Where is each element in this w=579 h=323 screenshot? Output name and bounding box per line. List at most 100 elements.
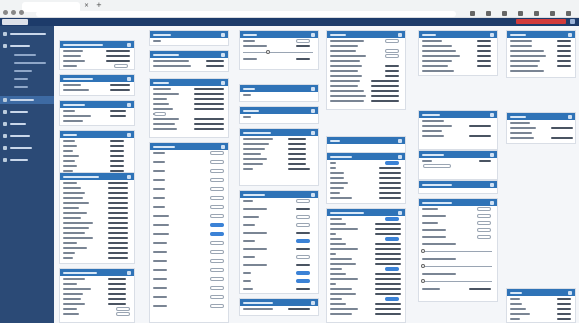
slider-handle[interactable] xyxy=(421,264,425,268)
toggle[interactable] xyxy=(116,312,130,316)
toggle[interactable] xyxy=(296,255,310,259)
sidebar-item-7[interactable] xyxy=(0,144,54,152)
widget-menu-icon[interactable] xyxy=(127,132,131,137)
widget-menu-icon[interactable] xyxy=(221,80,225,85)
widget-menu-icon[interactable] xyxy=(311,86,315,91)
toggle[interactable] xyxy=(296,215,310,219)
toggle[interactable] xyxy=(210,286,224,290)
widget-menu-icon[interactable] xyxy=(311,300,315,305)
sidebar-subitem-3[interactable] xyxy=(0,67,54,75)
forward-icon[interactable] xyxy=(11,10,16,15)
toggle[interactable] xyxy=(210,232,224,236)
widget-menu-icon[interactable] xyxy=(490,182,494,187)
sidebar-item-2[interactable] xyxy=(0,42,54,50)
toggle[interactable] xyxy=(210,214,224,218)
toggle[interactable] xyxy=(385,161,399,165)
menu-icon[interactable] xyxy=(566,11,571,16)
slider-handle[interactable] xyxy=(421,279,425,283)
app-logo[interactable] xyxy=(2,19,28,25)
widget-menu-icon[interactable] xyxy=(221,32,225,37)
widget-menu-icon[interactable] xyxy=(490,32,494,37)
toggle[interactable] xyxy=(210,205,224,209)
toggle[interactable] xyxy=(385,237,399,241)
toggle[interactable] xyxy=(210,259,224,263)
toggle[interactable] xyxy=(296,223,310,227)
toggle[interactable] xyxy=(477,235,491,239)
extension-icon-4[interactable] xyxy=(534,11,539,16)
widget-menu-icon[interactable] xyxy=(398,138,402,143)
toggle[interactable] xyxy=(385,297,399,301)
toggle[interactable] xyxy=(385,267,399,271)
sidebar-item-1[interactable] xyxy=(0,30,54,38)
widget-menu-icon[interactable] xyxy=(127,270,131,275)
widget-menu-icon[interactable] xyxy=(490,112,494,117)
widget-menu-icon[interactable] xyxy=(311,32,315,37)
toggle[interactable] xyxy=(210,151,224,155)
widget-menu-icon[interactable] xyxy=(221,144,225,149)
toggle[interactable] xyxy=(385,49,399,53)
toggle[interactable] xyxy=(477,214,491,218)
toggle[interactable] xyxy=(114,64,128,68)
widget-menu-icon[interactable] xyxy=(127,76,131,81)
widget-menu-icon[interactable] xyxy=(398,210,402,215)
widget-menu-icon[interactable] xyxy=(127,42,131,47)
widget-menu-icon[interactable] xyxy=(568,290,572,295)
toggle[interactable] xyxy=(385,54,399,58)
slider-track[interactable] xyxy=(422,251,492,252)
sidebar-item-5[interactable] xyxy=(0,120,54,128)
widget-menu-icon[interactable] xyxy=(221,52,225,57)
sidebar-subitem-5[interactable] xyxy=(0,83,54,91)
toggle[interactable] xyxy=(477,221,491,225)
address-bar[interactable] xyxy=(36,11,456,17)
toggle[interactable] xyxy=(210,268,224,272)
toggle[interactable] xyxy=(210,277,224,281)
widget-menu-icon[interactable] xyxy=(127,174,131,179)
widget-menu-icon[interactable] xyxy=(311,130,315,135)
widget-menu-icon[interactable] xyxy=(568,32,572,37)
new-tab-icon[interactable]: + xyxy=(96,1,102,9)
header-settings-icon[interactable] xyxy=(570,19,575,24)
action-button[interactable] xyxy=(296,39,310,43)
toggle[interactable] xyxy=(296,199,310,203)
widget-menu-icon[interactable] xyxy=(490,200,494,205)
toggle[interactable] xyxy=(210,304,224,308)
toggle[interactable] xyxy=(210,241,224,245)
extension-icon[interactable] xyxy=(486,11,491,16)
widget-menu-icon[interactable] xyxy=(127,102,131,107)
toggle[interactable] xyxy=(210,169,224,173)
slider-handle[interactable] xyxy=(266,50,270,54)
widget-menu-icon[interactable] xyxy=(311,192,315,197)
sidebar-item-3[interactable] xyxy=(0,96,54,104)
back-icon[interactable] xyxy=(3,10,8,15)
action-button[interactable] xyxy=(154,112,166,116)
toggle[interactable] xyxy=(296,271,310,275)
widget-menu-icon[interactable] xyxy=(398,154,402,159)
reload-icon[interactable] xyxy=(19,10,24,15)
sidebar-item-6[interactable] xyxy=(0,132,54,140)
toggle[interactable] xyxy=(210,250,224,254)
widget-menu-icon[interactable] xyxy=(568,114,572,119)
toggle[interactable] xyxy=(477,207,491,211)
slider-track[interactable] xyxy=(422,281,492,282)
sidebar-item-4[interactable] xyxy=(0,108,54,116)
toggle[interactable] xyxy=(385,217,399,221)
slider-track[interactable] xyxy=(422,266,492,267)
toggle[interactable] xyxy=(296,279,310,283)
toggle[interactable] xyxy=(210,160,224,164)
widget-menu-icon[interactable] xyxy=(311,108,315,113)
tab-close-icon[interactable]: × xyxy=(84,2,89,9)
extension-icon-3[interactable] xyxy=(518,11,523,16)
toggle[interactable] xyxy=(210,223,224,227)
sidebar-subitem-4[interactable] xyxy=(0,75,54,83)
sidebar-subitem-2[interactable] xyxy=(0,59,54,67)
toggle[interactable] xyxy=(477,228,491,232)
header-alert-button[interactable] xyxy=(516,19,566,24)
toggle[interactable] xyxy=(210,178,224,182)
widget-menu-icon[interactable] xyxy=(398,32,402,37)
toggle[interactable] xyxy=(116,307,130,311)
slider-handle[interactable] xyxy=(421,249,425,253)
widget-menu-icon[interactable] xyxy=(490,152,494,157)
toggle[interactable] xyxy=(210,295,224,299)
toggle[interactable] xyxy=(210,187,224,191)
profile-icon[interactable] xyxy=(550,11,555,16)
